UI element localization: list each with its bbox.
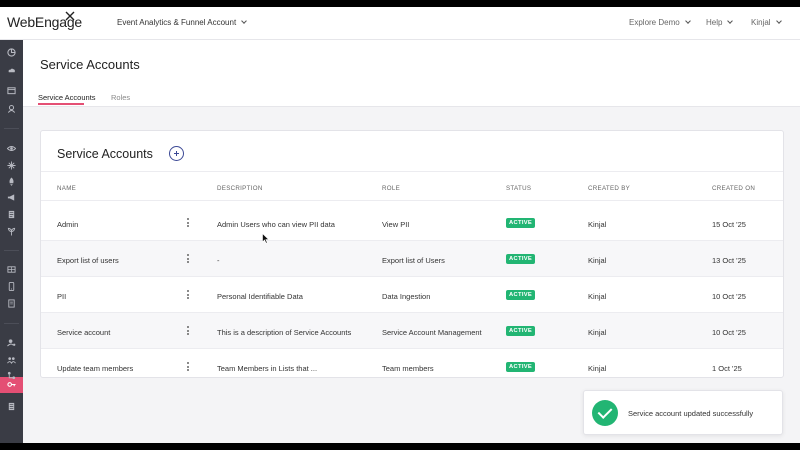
cloud-icon[interactable] [6,66,16,75]
active-tab-indicator [38,103,84,105]
table-row[interactable]: Admin Admin Users who can view PII data … [41,205,783,241]
column-header-created-by[interactable]: CREATED BY [588,185,630,192]
chevron-down-icon [684,18,691,24]
page-header: Service Accounts Service Accounts Roles [23,40,800,107]
more-options-icon[interactable] [187,362,190,372]
row-created-on: 15 Oct '25 [712,220,746,229]
column-header-status[interactable]: STATUS [506,185,531,192]
sidebar-divider [4,128,19,129]
user-label: Kinjal [751,18,771,27]
row-role: Team members [382,364,434,373]
list-icon[interactable] [6,299,16,308]
sparkle-icon[interactable] [6,161,16,170]
more-options-icon[interactable] [187,290,190,300]
explore-demo-label: Explore Demo [629,18,680,27]
row-created-on: 1 Oct '25 [712,364,742,373]
report-icon[interactable] [6,402,16,411]
table-row[interactable]: Update team members Team Members in List… [41,349,783,385]
row-created-by: Kinjal [588,328,607,337]
chevron-down-icon [727,18,734,24]
row-name[interactable]: Service account [57,328,110,337]
account-switcher[interactable]: Event Analytics & Funnel Account [117,18,248,27]
more-options-icon[interactable] [187,254,190,264]
row-created-by: Kinjal [588,256,607,265]
row-role: Export list of Users [382,256,445,265]
column-header-description[interactable]: DESCRIPTION [217,185,263,192]
tab-service-accounts[interactable]: Service Accounts [38,93,96,102]
grid-icon[interactable] [6,265,16,274]
help-label: Help [706,18,723,27]
card-header-divider [41,171,783,172]
status-badge: ACTIVE [506,254,536,264]
column-header-name[interactable]: NAME [57,185,76,192]
table-row[interactable]: Export list of users - Export list of Us… [41,241,783,277]
app-window: WebEngage Event Analytics & Funnel Accou… [0,7,800,443]
megaphone-icon[interactable] [6,193,16,202]
column-header-role[interactable]: ROLE [382,185,400,192]
service-accounts-card: Service Accounts NAME DESCRIPTION ROLE S… [40,130,784,378]
row-role: Service Account Management [382,328,482,337]
flow-icon[interactable] [6,371,16,380]
row-description: Team Members in Lists that ... [217,364,318,373]
team-icon[interactable] [6,355,16,364]
document-icon[interactable] [6,210,16,219]
mouse-cursor-icon [262,233,270,244]
row-description: - [217,256,220,265]
mobile-icon[interactable] [6,282,16,291]
table-header-divider [41,200,783,201]
logo-mark-icon [65,11,75,21]
tab-roles[interactable]: Roles [111,93,130,102]
chevron-down-icon [241,18,248,24]
user-menu[interactable]: Kinjal [751,18,782,27]
folder-icon[interactable] [6,86,16,95]
row-created-by: Kinjal [588,220,607,229]
success-toast[interactable]: Service account updated successfully [583,390,783,435]
add-service-account-button[interactable] [169,146,184,161]
more-options-icon[interactable] [187,326,190,336]
more-options-icon[interactable] [187,218,190,228]
row-description: This is a description of Service Account… [217,328,352,337]
dashboard-icon[interactable] [6,48,16,57]
row-created-by: Kinjal [588,292,607,301]
row-name[interactable]: PII [57,292,66,301]
explore-demo-menu[interactable]: Explore Demo [629,18,691,27]
column-header-created-on[interactable]: CREATED ON [712,185,755,192]
sidebar-divider [4,323,19,324]
row-created-on: 10 Oct '25 [712,328,746,337]
help-menu[interactable]: Help [706,18,734,27]
sidebar-divider [4,250,19,251]
page-title: Service Accounts [40,57,140,72]
chevron-down-icon [775,18,782,24]
status-badge: ACTIVE [506,218,536,228]
key-icon[interactable] [6,380,16,389]
row-created-on: 10 Oct '25 [712,292,746,301]
row-created-on: 13 Oct '25 [712,256,746,265]
status-badge: ACTIVE [506,362,536,372]
status-badge: ACTIVE [506,326,536,336]
top-bar: WebEngage Event Analytics & Funnel Accou… [0,7,800,40]
eye-icon[interactable] [6,144,16,153]
table-row[interactable]: PII Personal Identifiable Data Data Inge… [41,277,783,313]
users-icon[interactable] [6,104,16,113]
row-role: View PII [382,220,410,229]
row-name[interactable]: Export list of users [57,256,119,265]
toast-message: Service account updated successfully [628,409,754,418]
sidebar [0,40,23,443]
sprout-icon[interactable] [6,227,16,236]
card-title: Service Accounts [57,147,153,161]
account-label: Event Analytics & Funnel Account [117,18,237,27]
webengage-logo[interactable]: WebEngage [7,11,82,30]
table-row[interactable]: Service account This is a description of… [41,313,783,349]
user-settings-icon[interactable] [6,338,16,347]
rocket-icon[interactable] [6,177,16,186]
row-name[interactable]: Admin [57,220,78,229]
row-role: Data Ingestion [382,292,431,301]
row-created-by: Kinjal [588,364,607,373]
row-description: Admin Users who can view PII data [217,220,335,229]
row-name[interactable]: Update team members [57,364,133,373]
status-badge: ACTIVE [506,290,536,300]
row-description: Personal Identifiable Data [217,292,303,301]
check-circle-icon [592,400,618,426]
